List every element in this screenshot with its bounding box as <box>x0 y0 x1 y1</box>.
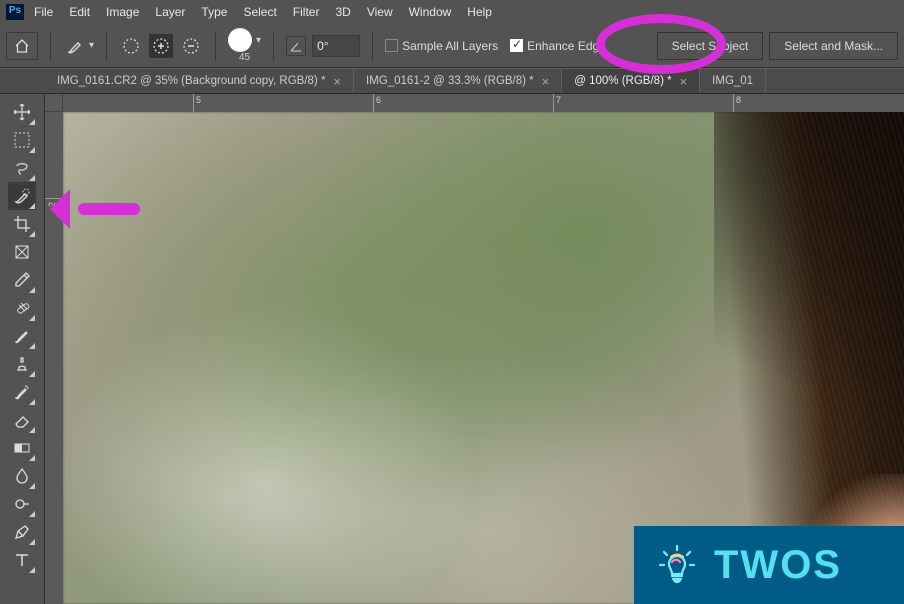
brush-preview-icon <box>228 28 252 52</box>
document-canvas[interactable]: TWOS <box>63 112 904 604</box>
menu-file[interactable]: File <box>34 5 53 19</box>
menu-3d[interactable]: 3D <box>335 5 350 19</box>
move-tool[interactable] <box>8 98 36 126</box>
menu-edit[interactable]: Edit <box>69 5 90 19</box>
document-tab-label: IMG_0161.CR2 @ 35% (Background copy, RGB… <box>57 75 325 87</box>
menu-window[interactable]: Window <box>409 5 452 19</box>
workspace: 5 6 7 8 9 2 <box>0 94 904 604</box>
quick-selection-tool[interactable] <box>8 182 36 210</box>
brush-icon <box>63 34 87 58</box>
eraser-tool[interactable] <box>8 406 36 434</box>
document-tab[interactable]: IMG_0161-2 @ 33.3% (RGB/8) * × <box>354 69 562 93</box>
canvas-area: 5 6 7 8 9 2 <box>45 94 904 604</box>
enhance-edge-checkbox[interactable]: Enhance Edge <box>510 39 606 53</box>
angle-preview-icon[interactable] <box>286 36 306 56</box>
document-tab-label: IMG_0161-2 @ 33.3% (RGB/8) * <box>366 75 534 87</box>
blur-tool[interactable] <box>8 462 36 490</box>
menu-bar: Ps File Edit Image Layer Type Select Fil… <box>0 0 904 24</box>
document-tab[interactable]: IMG_01 <box>700 69 766 93</box>
enhance-edge-label: Enhance Edge <box>527 39 606 53</box>
subtract-from-selection-icon[interactable] <box>179 34 203 58</box>
enhance-edge-input[interactable] <box>510 39 523 52</box>
artboard-tool[interactable] <box>8 126 36 154</box>
options-bar: ▾ ▾ 45 Sample All Layers Enhance Edge Se… <box>0 24 904 68</box>
spot-healing-tool[interactable] <box>8 294 36 322</box>
close-icon[interactable]: × <box>680 74 688 89</box>
sample-all-layers-label: Sample All Layers <box>402 39 498 53</box>
tools-panel <box>0 94 45 604</box>
annotation-circle <box>596 14 726 74</box>
horizontal-ruler[interactable]: 5 6 7 8 9 <box>63 94 904 112</box>
brush-size-label: 45 <box>239 52 250 63</box>
document-tab-label: IMG_01 <box>712 75 753 87</box>
menu-image[interactable]: Image <box>106 5 139 19</box>
brush-preset-picker[interactable]: ▾ 45 <box>228 28 261 63</box>
lightbulb-icon <box>654 542 700 588</box>
sample-all-layers-checkbox[interactable]: Sample All Layers <box>385 39 498 53</box>
close-icon[interactable]: × <box>333 74 341 89</box>
history-brush-tool[interactable] <box>8 378 36 406</box>
select-and-mask-button[interactable]: Select and Mask... <box>769 32 898 60</box>
menu-layer[interactable]: Layer <box>155 5 185 19</box>
menu-view[interactable]: View <box>367 5 393 19</box>
dodge-tool[interactable] <box>8 490 36 518</box>
menu-type[interactable]: Type <box>201 5 227 19</box>
menu-filter[interactable]: Filter <box>293 5 320 19</box>
type-tool[interactable] <box>8 546 36 574</box>
home-icon <box>14 38 30 54</box>
watermark-text: TWOS <box>714 543 842 588</box>
close-icon[interactable]: × <box>542 74 550 89</box>
eyedropper-tool[interactable] <box>8 266 36 294</box>
document-tab-bar: IMG_0161.CR2 @ 35% (Background copy, RGB… <box>0 68 904 94</box>
app-icon: Ps <box>6 4 24 20</box>
menu-select[interactable]: Select <box>243 5 276 19</box>
frame-tool[interactable] <box>8 238 36 266</box>
annotation-arrow <box>50 195 150 223</box>
gradient-tool[interactable] <box>8 434 36 462</box>
document-tab[interactable]: IMG_0161.CR2 @ 35% (Background copy, RGB… <box>45 69 354 93</box>
tool-preset-picker[interactable]: ▾ <box>63 32 94 60</box>
angle-input[interactable] <box>312 35 360 57</box>
pen-tool[interactable] <box>8 518 36 546</box>
ruler-origin[interactable] <box>45 94 63 112</box>
crop-tool[interactable] <box>8 210 36 238</box>
brush-tool[interactable] <box>8 322 36 350</box>
sample-all-layers-input[interactable] <box>385 39 398 52</box>
vertical-ruler[interactable]: 2 <box>45 112 63 604</box>
home-button[interactable] <box>6 32 38 60</box>
new-selection-icon[interactable] <box>119 34 143 58</box>
menu-help[interactable]: Help <box>467 5 492 19</box>
document-tab-label: @ 100% (RGB/8) * <box>574 75 671 87</box>
watermark: TWOS <box>634 526 904 604</box>
lasso-tool[interactable] <box>8 154 36 182</box>
clone-stamp-tool[interactable] <box>8 350 36 378</box>
add-to-selection-icon[interactable] <box>149 34 173 58</box>
